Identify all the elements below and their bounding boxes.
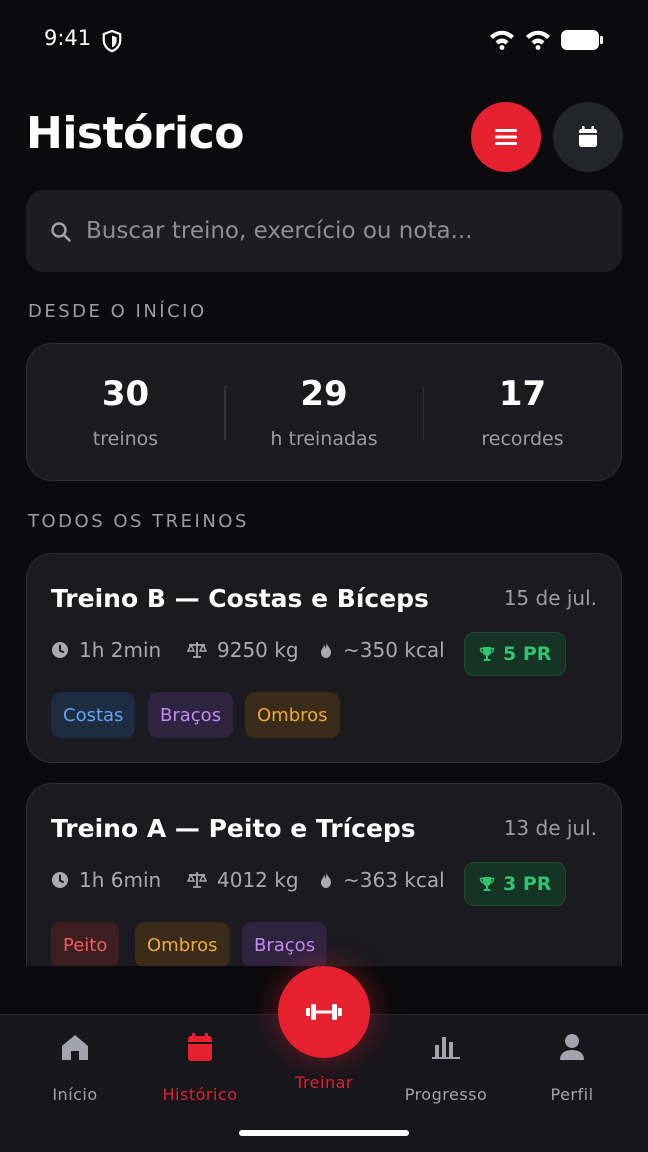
pr-badge: 5 PR (464, 632, 567, 676)
workout-date: 15 de jul. (503, 586, 597, 610)
workout-card[interactable]: Treino A — Peito e Tríceps 13 de jul. 1h… (26, 783, 622, 966)
stat-value: 17 (498, 374, 547, 414)
status-time: 9:41 (44, 26, 92, 50)
stat-label: h treinadas (270, 428, 378, 450)
stat-hours: 29 h treinadas (226, 344, 423, 480)
workout-title: Treino B — Costas e Bíceps (51, 584, 429, 613)
workout-title: Treino A — Peito e Tríceps (51, 814, 416, 843)
search-icon (51, 222, 71, 242)
nav-item-progress[interactable]: Progresso (386, 1015, 506, 1104)
summary-section-label: DESDE O INÍCIO (28, 301, 207, 322)
pr-count: 3 PR (503, 873, 552, 895)
stat-label: treinos (92, 428, 159, 450)
user-icon (560, 1034, 584, 1060)
workout-volume: 9250 kg (217, 638, 299, 662)
workout-card[interactable]: Treino B — Costas e Bíceps 15 de jul. 1h… (26, 553, 622, 763)
trophy-icon (479, 647, 495, 661)
shield-icon (102, 29, 122, 53)
nav-item-profile[interactable]: Perfil (512, 1015, 632, 1104)
flame-icon (321, 872, 331, 888)
nav-label: Treinar (295, 1073, 353, 1092)
nav-item-home[interactable]: Início (15, 1015, 135, 1104)
search-input[interactable] (84, 190, 604, 272)
workout-date: 13 de jul. (503, 816, 597, 840)
muscle-tag[interactable]: Ombros (135, 922, 230, 966)
filter-menu-button[interactable] (471, 102, 541, 172)
menu-icon (495, 129, 517, 145)
volume-meta: 9250 kg (187, 638, 299, 662)
nav-label: Histórico (162, 1085, 238, 1104)
wifi-icon (490, 30, 514, 50)
volume-meta: 4012 kg (187, 868, 299, 892)
pr-badge: 3 PR (464, 862, 567, 906)
signal-icon (526, 30, 550, 50)
flame-icon (321, 642, 331, 658)
muscle-tag[interactable]: Costas (51, 692, 136, 738)
dumbbell-icon (306, 1004, 342, 1020)
duration-meta: 1h 2min (51, 638, 161, 662)
pr-count: 5 PR (503, 643, 552, 665)
calendar-button[interactable] (553, 102, 623, 172)
muscle-tag[interactable]: Braços (148, 692, 234, 738)
home-indicator (239, 1130, 409, 1136)
scale-icon (187, 872, 207, 888)
stat-value: 30 (101, 374, 150, 414)
calories-meta: ~350 kcal (319, 638, 445, 662)
workout-calories: ~350 kcal (343, 638, 445, 662)
stat-workouts: 30 treinos (27, 344, 224, 480)
clock-icon (52, 642, 68, 658)
stat-records: 17 recordes (424, 344, 621, 480)
nav-label: Início (52, 1085, 98, 1104)
bar-chart-icon (432, 1037, 460, 1059)
calories-meta: ~363 kcal (319, 868, 445, 892)
muscle-tag[interactable]: Braços (242, 922, 328, 966)
duration-meta: 1h 6min (51, 868, 161, 892)
scale-icon (187, 642, 207, 658)
home-icon (62, 1035, 88, 1060)
nav-label: Progresso (404, 1085, 488, 1104)
workouts-section-label: TODOS OS TREINOS (28, 511, 249, 532)
workout-calories: ~363 kcal (343, 868, 445, 892)
muscle-tag[interactable]: Ombros (245, 692, 340, 738)
trophy-icon (479, 877, 495, 891)
muscle-tag[interactable]: Peito (51, 922, 120, 966)
calendar-icon (579, 126, 597, 147)
search-bar[interactable] (26, 190, 622, 272)
workout-volume: 4012 kg (217, 868, 299, 892)
calendar-icon (188, 1033, 212, 1061)
status-bar: 9:41 (0, 0, 648, 80)
clock-icon (52, 872, 68, 888)
page-title: Histórico (26, 108, 244, 159)
battery-icon (561, 30, 603, 50)
stat-label: recordes (481, 428, 564, 450)
stat-value: 29 (300, 374, 348, 414)
workout-duration: 1h 2min (79, 638, 162, 662)
workout-list[interactable]: Treino B — Costas e Bíceps 15 de jul. 1h… (0, 550, 648, 966)
start-workout-button[interactable] (278, 966, 370, 1058)
workout-duration: 1h 6min (79, 868, 162, 892)
nav-label: Perfil (550, 1085, 594, 1104)
stats-card: 30 treinos 29 h treinadas 17 recordes (26, 343, 622, 481)
nav-item-history[interactable]: Histórico (140, 1015, 260, 1104)
